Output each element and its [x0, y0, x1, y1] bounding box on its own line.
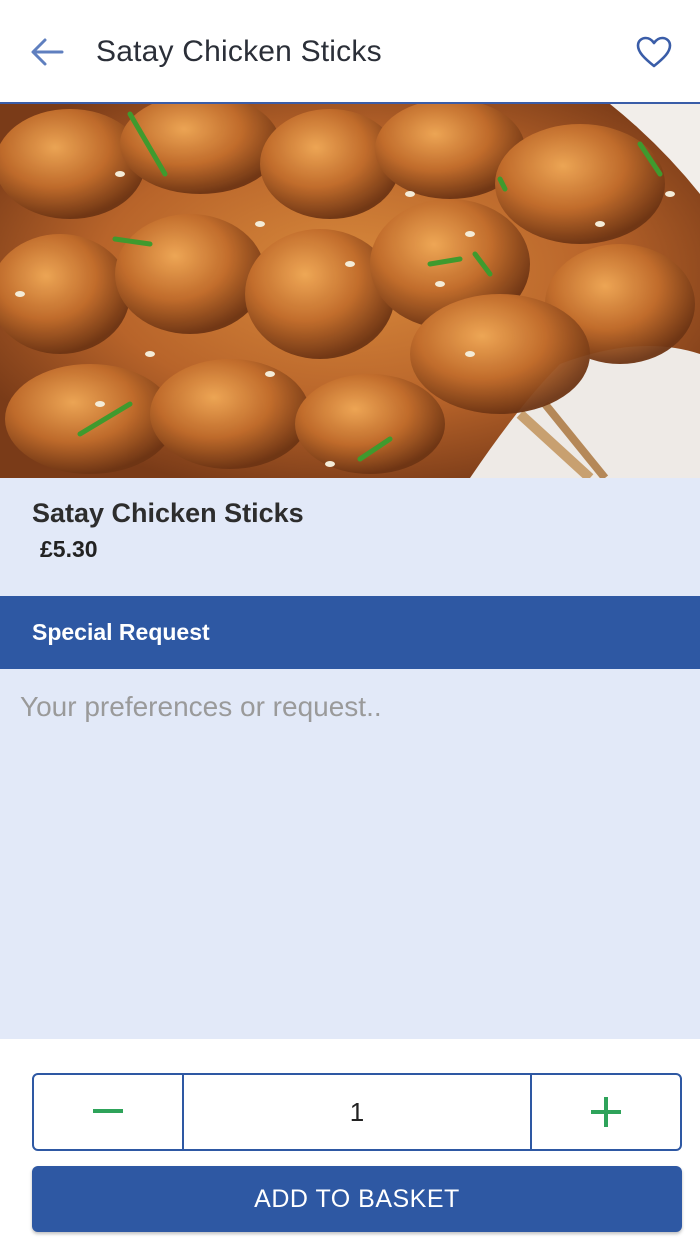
food-photo-illustration	[0, 104, 700, 478]
minus-icon	[93, 1109, 123, 1113]
favorite-button[interactable]	[632, 30, 676, 74]
plus-icon	[591, 1097, 621, 1127]
heart-outline-icon	[636, 36, 672, 68]
page-title: Satay Chicken Sticks	[96, 35, 382, 68]
special-request-input[interactable]	[0, 669, 700, 1039]
quantity-value: 1	[182, 1075, 532, 1149]
add-to-basket-button[interactable]: ADD TO BASKET	[32, 1166, 682, 1232]
arrow-left-icon	[31, 38, 64, 66]
item-name: Satay Chicken Sticks	[32, 498, 304, 528]
app-bar: Satay Chicken Sticks	[0, 0, 700, 104]
special-request-title: Special Request	[32, 619, 210, 645]
item-info-panel: Satay Chicken Sticks £5.30	[0, 478, 700, 596]
increment-button[interactable]	[532, 1075, 680, 1149]
quantity-stepper: 1	[32, 1073, 682, 1151]
item-image	[0, 104, 700, 478]
item-price: £5.30	[40, 536, 98, 562]
back-button[interactable]	[26, 30, 68, 74]
decrement-button[interactable]	[34, 1075, 182, 1149]
special-request-header: Special Request	[0, 596, 700, 669]
